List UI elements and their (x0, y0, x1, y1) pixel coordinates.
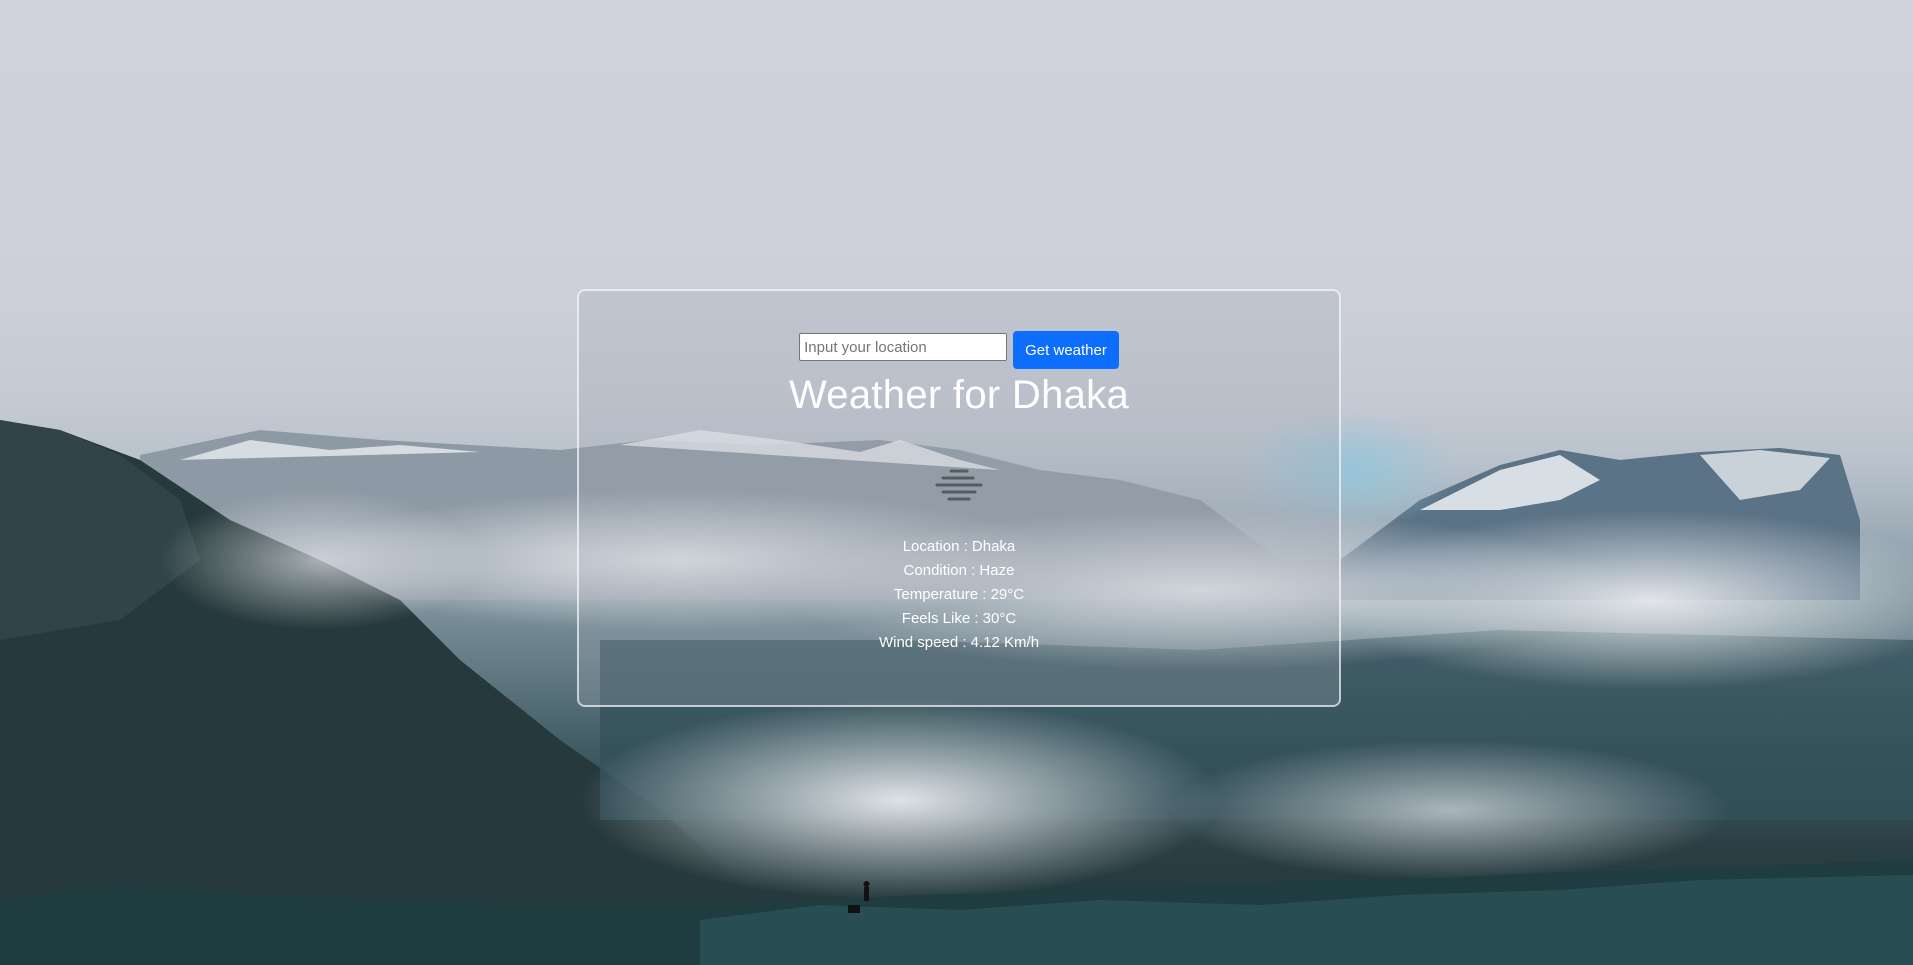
condition-text: Condition : Haze (903, 562, 1015, 579)
temperature-text: Temperature : 29°C (893, 586, 1025, 603)
weather-card: Get weather Weather for Dhaka Location :… (577, 289, 1341, 707)
feels-like-text: Feels Like : 30°C (901, 610, 1017, 627)
app-root: Get weather Weather for Dhaka Location :… (0, 0, 1913, 965)
haze-icon (935, 469, 983, 501)
wind-speed-text: Wind speed : 4.12 Km/h (878, 634, 1040, 651)
location-input[interactable] (799, 333, 1008, 361)
page-title: Weather for Dhaka (788, 373, 1130, 417)
get-weather-button[interactable]: Get weather (1013, 331, 1119, 369)
location-text: Location : Dhaka (902, 538, 1016, 555)
weather-details: Location : Dhaka Condition : Haze Temper… (579, 535, 1339, 655)
search-row: Get weather (579, 331, 1339, 369)
